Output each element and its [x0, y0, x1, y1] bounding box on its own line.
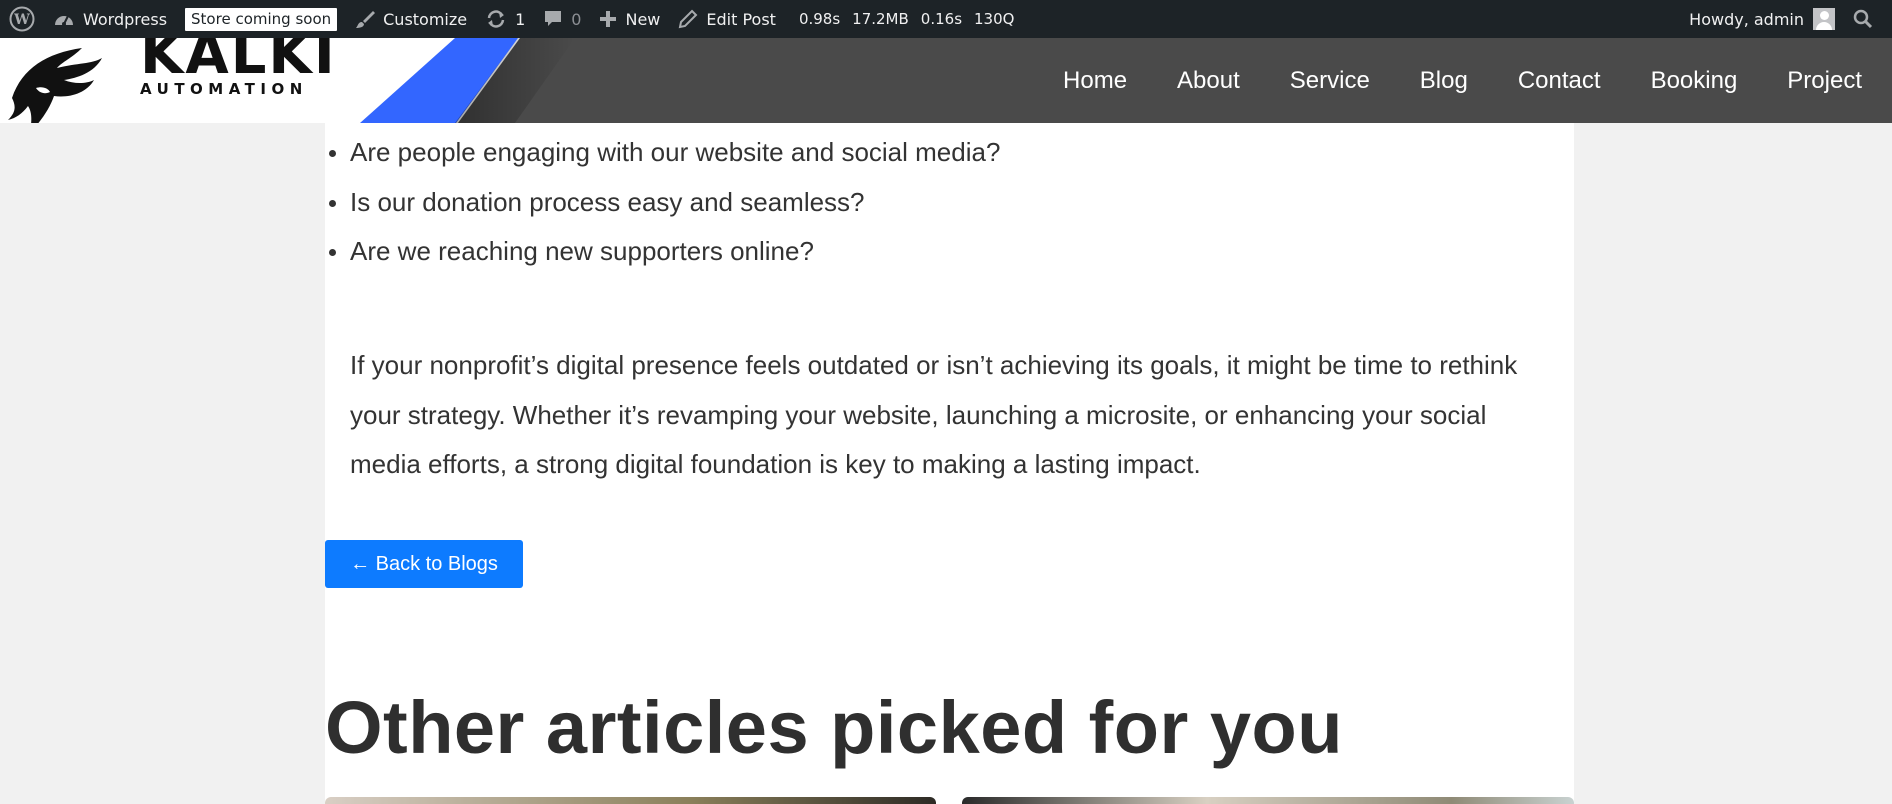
comments-count: 0 — [571, 9, 582, 29]
updates-link[interactable]: 1 — [476, 0, 534, 38]
related-article-card[interactable] — [325, 797, 936, 804]
nav-booking[interactable]: Booking — [1626, 67, 1763, 95]
query-monitor-menu[interactable]: 0.98s 17.2MB 0.16s 130Q — [785, 0, 1030, 38]
new-label: New — [625, 9, 661, 29]
wp-logo-menu[interactable]: W — [0, 0, 44, 38]
admin-search[interactable] — [1844, 0, 1882, 38]
article-paragraph: If your nonprofit’s digital presence fee… — [350, 350, 1518, 479]
kalki-horse-logo-icon — [8, 48, 102, 123]
list-item: Are people engaging with our website and… — [325, 128, 1525, 178]
nav-project[interactable]: Project — [1762, 67, 1892, 95]
list-item: Are we reaching new supporters online? — [325, 227, 1525, 277]
nav-about[interactable]: About — [1152, 67, 1265, 95]
query-count: 130Q — [974, 10, 1015, 28]
site-name-menu[interactable]: Wordpress — [44, 0, 176, 38]
list-item: Is our donation process easy and seamles… — [325, 178, 1525, 228]
database-time: 0.16s — [920, 10, 963, 28]
svg-text:W: W — [13, 12, 30, 28]
nav-home[interactable]: Home — [1038, 67, 1152, 95]
edit-post-label: Edit Post — [706, 9, 776, 29]
store-coming-soon-badge: Store coming soon — [185, 7, 338, 31]
nav-blog[interactable]: Blog — [1395, 67, 1493, 95]
back-to-blogs-button[interactable]: ← Back to Blogs — [325, 540, 523, 588]
nav-service[interactable]: Service — [1265, 67, 1395, 95]
wp-admin-bar: W Wordpress Store coming soon Customize … — [0, 0, 1892, 38]
brand-tagline: AUTOMATION — [140, 80, 308, 98]
search-icon — [1853, 9, 1873, 29]
my-account-menu[interactable]: Howdy, admin — [1680, 0, 1844, 38]
peak-memory: 17.2MB — [852, 10, 909, 28]
related-article-card[interactable] — [962, 797, 1574, 804]
dashboard-icon — [53, 10, 75, 28]
store-status-item[interactable]: Store coming soon — [176, 0, 346, 38]
customize-link[interactable]: Customize — [346, 0, 476, 38]
related-articles-heading: Other articles picked for you — [325, 686, 1343, 769]
new-content-menu[interactable]: New — [590, 0, 669, 38]
site-name: Wordpress — [83, 9, 168, 29]
wordpress-icon: W — [9, 6, 35, 32]
brush-icon — [355, 9, 376, 29]
updates-icon — [485, 9, 507, 29]
page-generation-time: 0.98s — [798, 10, 841, 28]
nav-contact[interactable]: Contact — [1493, 67, 1626, 95]
comment-icon — [543, 9, 563, 29]
main-navigation: Home About Service Blog Contact Booking … — [1038, 38, 1892, 123]
comments-link[interactable]: 0 — [534, 0, 590, 38]
pencil-icon — [678, 9, 698, 29]
edit-post-link[interactable]: Edit Post — [669, 0, 785, 38]
avatar — [1813, 8, 1835, 30]
plus-icon — [599, 10, 617, 28]
account-greeting: Howdy, admin — [1689, 9, 1804, 29]
updates-count: 1 — [515, 9, 526, 29]
customize-label: Customize — [383, 9, 468, 29]
site-header: KALKI AUTOMATION Home About Service Blog… — [0, 38, 1892, 123]
question-list: Are people engaging with our website and… — [325, 128, 1525, 277]
